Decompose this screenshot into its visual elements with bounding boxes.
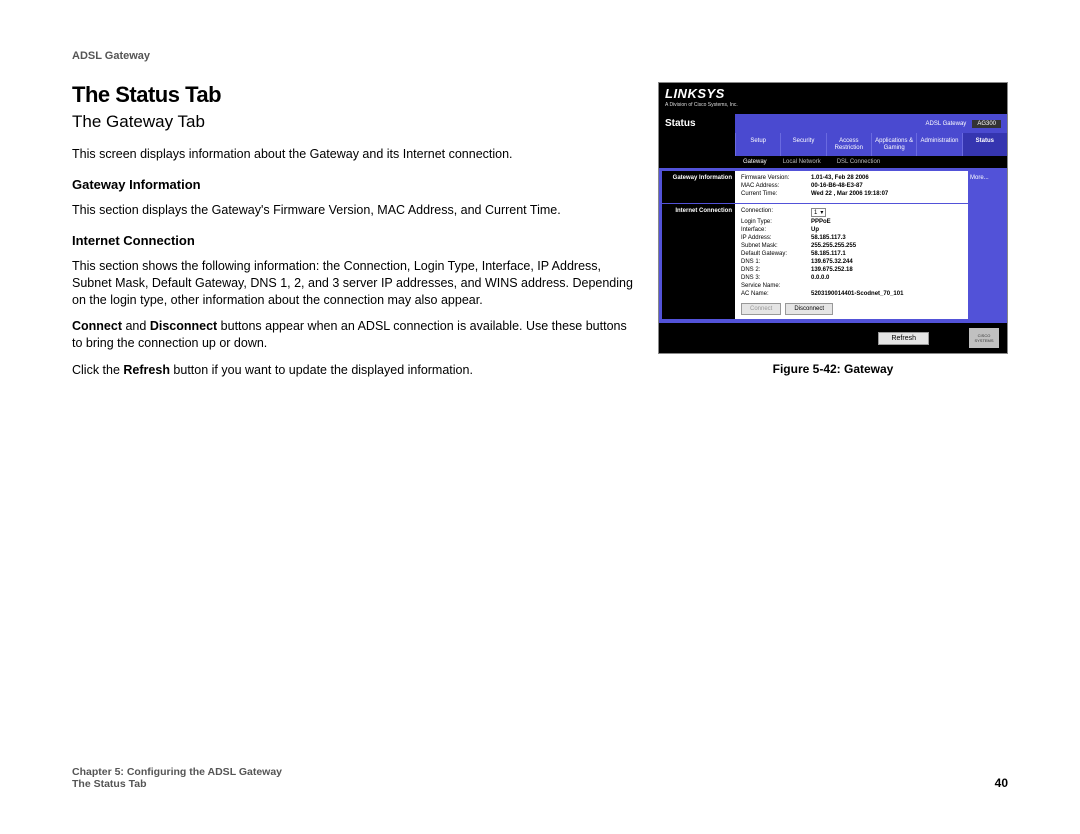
connect-button[interactable]: Connect (741, 303, 781, 315)
page-title: Status (659, 114, 735, 133)
logo-subtitle: A Division of Cisco Systems, Inc. (665, 102, 1001, 108)
section2-body2: Connect and Disconnect buttons appear wh… (72, 318, 634, 352)
subtab-dsl-connection[interactable]: DSL Connection (829, 158, 888, 166)
help-sidebar: More... (968, 171, 1004, 320)
section2-title: Internet Connection (72, 233, 634, 248)
section2-body: This section shows the following informa… (72, 258, 634, 309)
panel-label-gateway: Gateway Information (662, 171, 735, 203)
model-badge: AG300 (972, 120, 1001, 128)
subtab-gateway[interactable]: Gateway (735, 158, 775, 166)
sub-tabs: Gateway Local Network DSL Connection (659, 156, 1007, 168)
chevron-down-icon: ▾ (820, 209, 823, 216)
more-link[interactable]: More... (970, 175, 989, 181)
figure-caption: Figure 5-42: Gateway (658, 362, 1008, 376)
main-content-row: The Status Tab The Gateway Tab This scre… (72, 82, 1008, 389)
tab-administration[interactable]: Administration (916, 133, 961, 156)
shot-footer: Refresh CISCO SYSTEMS (659, 323, 1007, 353)
heading-2: The Gateway Tab (72, 112, 634, 132)
section1-title: Gateway Information (72, 177, 634, 192)
main-tabs: Setup Security Access Restriction Applic… (659, 133, 1007, 156)
panel-label-internet: Internet Connection (662, 204, 735, 319)
panel-gateway-info: Gateway Information Firmware Version:1.0… (662, 171, 968, 203)
text-column: The Status Tab The Gateway Tab This scre… (72, 82, 634, 389)
subtab-local-network[interactable]: Local Network (775, 158, 829, 166)
shot-body: Gateway Information Firmware Version:1.0… (659, 168, 1007, 323)
router-screenshot: LINKSYS A Division of Cisco Systems, Inc… (658, 82, 1008, 354)
figure-column: LINKSYS A Division of Cisco Systems, Inc… (658, 82, 1008, 376)
page-number: 40 (995, 776, 1008, 790)
section1-body: This section displays the Gateway's Firm… (72, 202, 634, 219)
tab-applications[interactable]: Applications & Gaming (871, 133, 916, 156)
tab-security[interactable]: Security (780, 133, 825, 156)
heading-1: The Status Tab (72, 82, 634, 108)
panel-internet-connection: Internet Connection Connection:1▾ Login … (662, 204, 968, 319)
title-row: Status ADSL Gateway AG300 (659, 114, 1007, 133)
connection-select[interactable]: 1▾ (811, 208, 826, 217)
linksys-logo: LINKSYS (665, 86, 1001, 101)
shot-header: LINKSYS A Division of Cisco Systems, Inc… (659, 83, 1007, 114)
section2-body3: Click the Refresh button if you want to … (72, 362, 634, 379)
page-footer: Chapter 5: Configuring the ADSL Gateway … (72, 766, 1008, 790)
header-product: ADSL Gateway (72, 50, 1008, 62)
footer-chapter: Chapter 5: Configuring the ADSL Gateway (72, 766, 282, 778)
tab-setup[interactable]: Setup (735, 133, 780, 156)
tab-access[interactable]: Access Restriction (826, 133, 871, 156)
cisco-logo-icon: CISCO SYSTEMS (969, 328, 999, 348)
refresh-button[interactable]: Refresh (878, 332, 929, 345)
disconnect-button[interactable]: Disconnect (785, 303, 833, 315)
product-label: ADSL Gateway (926, 121, 967, 127)
intro-paragraph: This screen displays information about t… (72, 146, 634, 163)
footer-section: The Status Tab (72, 778, 282, 790)
tab-status[interactable]: Status (962, 133, 1007, 156)
